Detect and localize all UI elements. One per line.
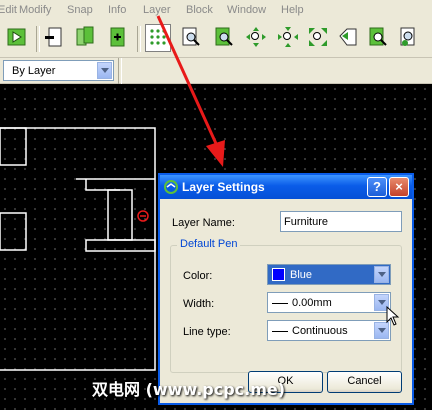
width-select[interactable]: 0.00mm — [267, 292, 391, 313]
menu-help[interactable]: Help — [281, 4, 304, 16]
menu-edit[interactable]: Edit — [0, 4, 17, 16]
layer-name-label: Layer Name: — [172, 217, 235, 229]
pen-select-value: By Layer — [12, 65, 56, 77]
zoom-out-small-icon[interactable] — [277, 26, 299, 48]
menu-block[interactable]: Block — [186, 4, 213, 16]
pen-select[interactable]: By Layer — [3, 60, 114, 81]
layer-settings-dialog: Layer Settings ? × Layer Name: Furniture… — [158, 173, 414, 405]
toolbar-separator — [137, 26, 141, 52]
property-bar: By Layer — [0, 58, 432, 84]
line-type-value: Continuous — [292, 325, 348, 337]
toolbar-separator — [118, 58, 122, 84]
zoom-auto-icon[interactable] — [307, 26, 329, 48]
color-value: Blue — [290, 269, 313, 281]
line-type-label: Line type: — [183, 326, 231, 338]
add-icon[interactable] — [106, 26, 128, 48]
zoom-in-icon[interactable] — [245, 26, 267, 48]
menu-window[interactable]: Window — [227, 4, 266, 16]
color-swatch — [272, 268, 285, 281]
line-type-select[interactable]: Continuous — [267, 320, 391, 341]
menu-layer[interactable]: Layer — [143, 4, 171, 16]
select-icon[interactable] — [6, 26, 28, 48]
help-button[interactable]: ? — [367, 177, 387, 197]
toolbar-separator — [36, 26, 40, 52]
default-pen-group: Default Pen Color: Blue Width: 0.00mm Li… — [170, 238, 402, 373]
close-button[interactable]: × — [389, 177, 409, 197]
menu-info[interactable]: Info — [108, 4, 126, 16]
line-sample-icon — [272, 331, 288, 332]
layer-name-value: Furniture — [284, 216, 329, 228]
width-label: Width: — [183, 298, 215, 310]
dialog-title-bar[interactable]: Layer Settings ? × — [160, 175, 412, 199]
group-title: Default Pen — [177, 238, 241, 250]
menu-modify[interactable]: Modify — [19, 4, 51, 16]
chevron-down-icon[interactable] — [97, 62, 112, 79]
zoom-pan-icon[interactable] — [397, 26, 419, 48]
toolbar — [0, 22, 432, 58]
color-select[interactable]: Blue — [267, 264, 391, 285]
zoom-out-icon[interactable] — [44, 26, 66, 48]
color-label: Color: — [183, 270, 213, 282]
grid-icon — [150, 29, 166, 45]
zoom-previous-icon[interactable] — [337, 26, 359, 48]
chevron-down-icon[interactable] — [374, 266, 389, 283]
mouse-cursor-icon — [386, 306, 400, 326]
layer-name-field[interactable]: Furniture — [280, 211, 402, 232]
cancel-button[interactable]: Cancel — [327, 371, 402, 393]
copy-icon[interactable] — [74, 26, 96, 48]
layers-icon — [164, 180, 178, 194]
menu-snap[interactable]: Snap — [67, 4, 93, 16]
dialog-title: Layer Settings — [182, 180, 265, 194]
width-value: 0.00mm — [292, 297, 332, 309]
zoom-redraw-icon[interactable] — [367, 26, 389, 48]
line-sample-icon — [272, 303, 288, 304]
menu-bar: Edit Modify Snap Info Layer Block Window… — [0, 0, 432, 23]
zoom-page-icon[interactable] — [213, 26, 235, 48]
watermark-text: 双电网 (www.pcpc.me) — [92, 380, 286, 399]
zoom-window-icon[interactable] — [180, 26, 202, 48]
